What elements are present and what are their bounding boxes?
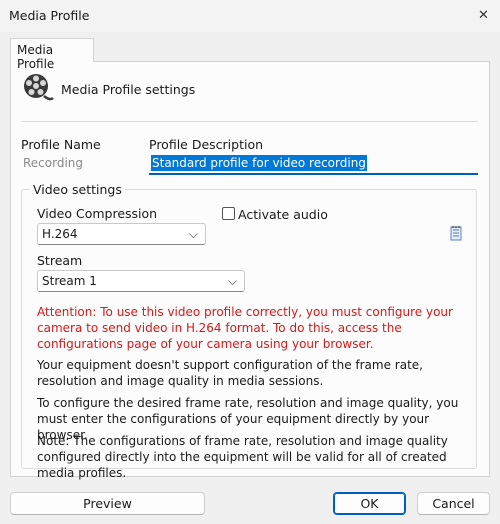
notepad-icon[interactable] bbox=[450, 225, 462, 241]
video-compression-label: Video Compression bbox=[37, 206, 158, 221]
title-bar: Media Profile ✕ bbox=[0, 0, 500, 32]
profile-name-label: Profile Name bbox=[21, 137, 101, 152]
film-reel-icon bbox=[24, 74, 54, 101]
no-support-message: Your equipment doesn't support configura… bbox=[37, 358, 423, 388]
video-settings-legend: Video settings bbox=[30, 182, 125, 197]
profile-name-field[interactable]: Recording bbox=[21, 153, 143, 175]
tab-media-profile[interactable]: Media Profile bbox=[10, 38, 94, 71]
activate-audio-label[interactable]: Activate audio bbox=[238, 207, 328, 222]
profile-description-field[interactable]: Standard profile for video recording bbox=[149, 153, 478, 175]
profile-description-label: Profile Description bbox=[149, 137, 264, 152]
chevron-down-icon: ⌵ bbox=[188, 227, 198, 241]
profile-description-value: Standard profile for video recording bbox=[151, 155, 367, 171]
close-icon[interactable]: ✕ bbox=[478, 8, 489, 23]
stream-select[interactable]: Stream 1 ⌵ bbox=[37, 270, 245, 292]
ok-button[interactable]: OK bbox=[333, 492, 406, 515]
tab-label: Media Profile bbox=[17, 43, 55, 71]
page-title: Media Profile settings bbox=[61, 82, 196, 97]
chevron-down-icon: ⌵ bbox=[227, 274, 237, 288]
preview-button[interactable]: Preview bbox=[10, 492, 205, 515]
video-compression-select[interactable]: H.264 ⌵ bbox=[37, 223, 206, 245]
video-compression-value: H.264 bbox=[42, 227, 78, 241]
attention-message: Attention: To use this video profile cor… bbox=[37, 305, 453, 351]
note-message: Note: The configurations of frame rate, … bbox=[37, 434, 448, 480]
divider bbox=[22, 121, 478, 122]
cancel-button[interactable]: Cancel bbox=[417, 492, 490, 515]
window-title: Media Profile bbox=[9, 8, 90, 23]
stream-label: Stream bbox=[37, 253, 83, 268]
activate-audio-checkbox[interactable] bbox=[222, 207, 235, 220]
stream-value: Stream 1 bbox=[42, 274, 97, 288]
